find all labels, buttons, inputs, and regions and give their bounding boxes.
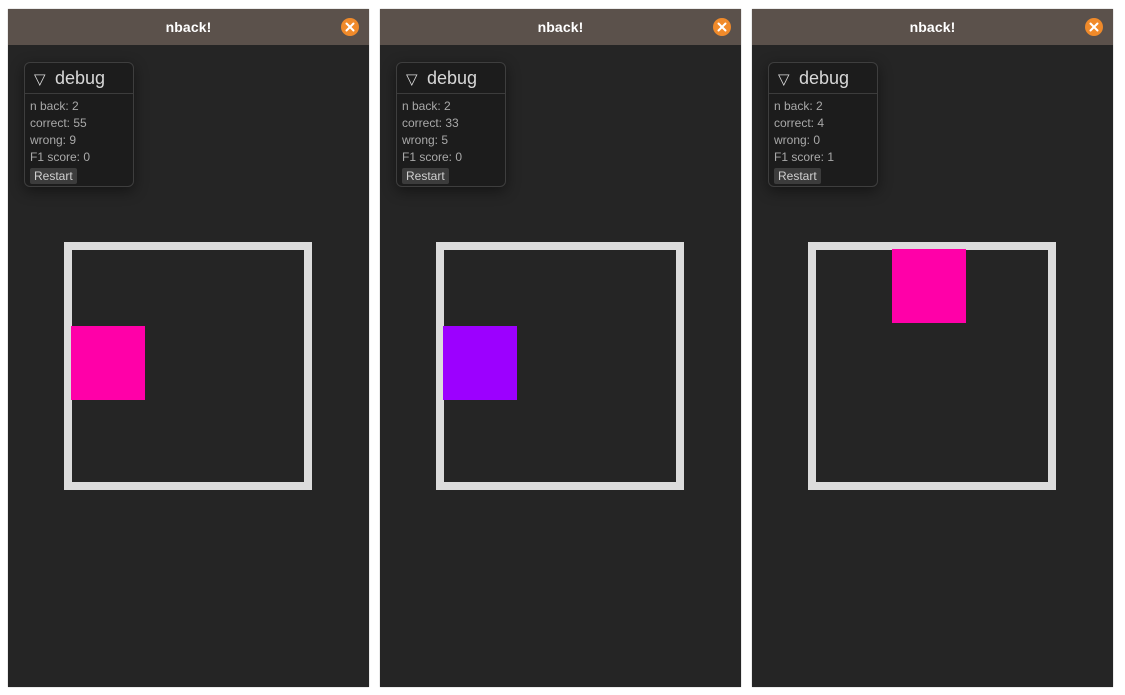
debug-panel-header[interactable]: ▽ debug xyxy=(397,63,505,94)
stimulus-square xyxy=(443,326,517,400)
close-icon xyxy=(717,22,727,32)
f1-score: F1 score: 0 xyxy=(402,150,463,164)
debug-panel-header[interactable]: ▽ debug xyxy=(769,63,877,94)
debug-stats: n back: 2 correct: 4 wrong: 0 F1 score: … xyxy=(769,94,877,185)
restart-button[interactable]: Restart xyxy=(30,168,77,184)
n-back-value: n back: 2 xyxy=(402,99,451,113)
restart-button[interactable]: Restart xyxy=(774,168,821,184)
triangle-down-icon: ▽ xyxy=(778,71,790,88)
nback-window-2: nback! ▽ debug n back: 2 correct: 33 wron… xyxy=(380,9,741,687)
close-icon xyxy=(1089,22,1099,32)
close-button[interactable] xyxy=(1085,18,1103,36)
title-bar[interactable]: nback! xyxy=(8,9,369,45)
n-back-value: n back: 2 xyxy=(774,99,823,113)
debug-title: debug xyxy=(55,68,106,88)
stimulus-square xyxy=(892,249,966,323)
close-button[interactable] xyxy=(713,18,731,36)
wrong-count: wrong: 0 xyxy=(774,133,821,147)
debug-title: debug xyxy=(427,68,478,88)
window-title: nback! xyxy=(537,19,584,35)
nback-window-1: nback! ▽ debug n back: 2 correct: 55 wron… xyxy=(8,9,369,687)
close-button[interactable] xyxy=(341,18,359,36)
debug-panel: ▽ debug n back: 2 correct: 33 wrong: 5 F1… xyxy=(396,62,506,187)
correct-count: correct: 4 xyxy=(774,116,825,130)
n-back-value: n back: 2 xyxy=(30,99,79,113)
stimulus-grid xyxy=(64,242,312,490)
title-bar[interactable]: nback! xyxy=(752,9,1113,45)
correct-count: correct: 55 xyxy=(30,116,87,130)
triangle-down-icon: ▽ xyxy=(406,71,418,88)
debug-panel-header[interactable]: ▽ debug xyxy=(25,63,133,94)
f1-score: F1 score: 0 xyxy=(30,150,91,164)
triangle-down-icon: ▽ xyxy=(34,71,46,88)
nback-window-3: nback! ▽ debug n back: 2 correct: 4 wrong… xyxy=(752,9,1113,687)
restart-button[interactable]: Restart xyxy=(402,168,449,184)
stimulus-grid xyxy=(808,242,1056,490)
window-title: nback! xyxy=(909,19,956,35)
wrong-count: wrong: 5 xyxy=(402,133,449,147)
debug-stats: n back: 2 correct: 55 wrong: 9 F1 score:… xyxy=(25,94,133,185)
debug-panel: ▽ debug n back: 2 correct: 4 wrong: 0 F1 … xyxy=(768,62,878,187)
f1-score: F1 score: 1 xyxy=(774,150,835,164)
debug-stats: n back: 2 correct: 33 wrong: 5 F1 score:… xyxy=(397,94,505,185)
stimulus-square xyxy=(71,326,145,400)
debug-title: debug xyxy=(799,68,850,88)
stimulus-grid xyxy=(436,242,684,490)
wrong-count: wrong: 9 xyxy=(30,133,77,147)
correct-count: correct: 33 xyxy=(402,116,459,130)
window-title: nback! xyxy=(165,19,212,35)
title-bar[interactable]: nback! xyxy=(380,9,741,45)
close-icon xyxy=(345,22,355,32)
debug-panel: ▽ debug n back: 2 correct: 55 wrong: 9 F1… xyxy=(24,62,134,187)
